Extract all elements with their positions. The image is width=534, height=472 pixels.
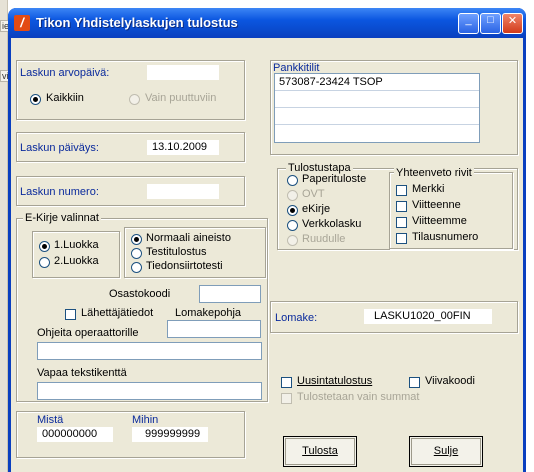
dialog-client-area: Laskun arvopäivä: Kaikkiin Vain puuttuvi… <box>11 38 523 472</box>
list-item[interactable] <box>275 91 479 108</box>
summat-checkbox[interactable] <box>281 393 292 404</box>
radio-testitulostus-label: Testitulostus <box>146 246 207 258</box>
paivays-label: Laskun päiväys: <box>20 142 99 154</box>
lomake-label: Lomake: <box>275 312 318 324</box>
tilausnumero-checkbox[interactable] <box>396 233 407 244</box>
app-icon: / <box>14 15 30 31</box>
arvopaiva-field[interactable] <box>147 65 219 80</box>
radio-ekirje[interactable] <box>287 205 298 216</box>
vapaa-tekstikentta-label: Vapaa tekstikenttä <box>37 367 127 379</box>
range-group: Mistä 000000000 Mihin 999999999 <box>16 411 245 458</box>
lomake-field[interactable]: LASKU1020_00FIN <box>364 309 492 324</box>
viitteemme-label: Viitteemme <box>412 215 467 227</box>
luokka-group: 1.Luokka 2.Luokka <box>32 231 120 278</box>
viivakoodi-label: Viivakoodi <box>425 375 475 387</box>
radio-testitulostus[interactable] <box>131 248 142 259</box>
aineisto-group: Normaali aineisto Testitulostus Tiedonsi… <box>124 227 266 278</box>
yhteenveto-group: Yhteenveto rivit Merkki Viitteenne Viitt… <box>389 167 513 249</box>
radio-normaali-aineisto-label: Normaali aineisto <box>146 232 231 244</box>
list-item[interactable] <box>275 108 479 125</box>
radio-ovt[interactable] <box>287 190 298 201</box>
summat-label: Tulostetaan vain summat <box>297 391 420 403</box>
dialog-window: / Tikon Yhdistelylaskujen tulostus _ □ ✕… <box>8 8 526 472</box>
radio-verkkolasku-label: Verkkolasku <box>302 218 362 230</box>
from-field[interactable]: 000000000 <box>37 427 113 442</box>
lahettajatiedot-label: Lähettäjätiedot <box>81 307 154 319</box>
lomake-group: Lomake: LASKU1020_00FIN <box>270 301 518 333</box>
pankkitilit-group: Pankkitilit 573087-23424 TSOP <box>270 60 518 155</box>
viivakoodi-checkbox[interactable] <box>409 377 420 388</box>
radio-2-luokka-label: 2.Luokka <box>54 255 99 267</box>
list-item[interactable] <box>275 125 479 142</box>
to-field[interactable]: 999999999 <box>132 427 208 442</box>
ekirje-group-label: E-Kirje valinnat <box>23 212 101 224</box>
radio-tiedonsiirtotesti-label: Tiedonsiirtotesti <box>146 260 223 272</box>
osastokoodi-label: Osastokoodi <box>109 288 171 300</box>
minimize-icon: _ <box>465 14 472 26</box>
pankkitilit-list[interactable]: 573087-23424 TSOP <box>274 73 480 143</box>
radio-paperituloste-label: Paperituloste <box>302 173 367 185</box>
close-button[interactable]: ✕ <box>502 13 523 34</box>
window-title: Tikon Yhdistelylaskujen tulostus <box>36 15 238 30</box>
lahettajatiedot-checkbox[interactable] <box>65 309 76 320</box>
numero-field[interactable] <box>147 184 219 199</box>
merkki-label: Merkki <box>412 183 445 195</box>
paivays-field[interactable]: 13.10.2009 <box>147 140 219 155</box>
arvopaiva-label: Laskun arvopäivä: <box>20 67 110 79</box>
minimize-button[interactable]: _ <box>458 13 479 34</box>
from-label: Mistä <box>37 414 64 426</box>
yhteenveto-label: Yhteenveto rivit <box>394 167 474 179</box>
ekirje-group: E-Kirje valinnat 1.Luokka 2.Luokka Norma… <box>16 212 268 402</box>
radio-1-luokka[interactable] <box>39 241 50 252</box>
viitteemme-checkbox[interactable] <box>396 217 407 228</box>
vapaa-tekstikentta-field[interactable] <box>37 382 262 400</box>
radio-normaali-aineisto[interactable] <box>131 234 142 245</box>
maximize-button[interactable]: □ <box>480 13 501 34</box>
lomakepohja-field[interactable] <box>167 320 261 338</box>
merkki-checkbox[interactable] <box>396 185 407 196</box>
radio-paperituloste[interactable] <box>287 175 298 186</box>
arvopaiva-group: Laskun arvopäivä: Kaikkiin Vain puuttuvi… <box>16 60 245 120</box>
radio-kaikkiin-label: Kaikkiin <box>46 92 84 104</box>
radio-vain-puuttuviin[interactable] <box>129 94 140 105</box>
radio-1-luokka-label: 1.Luokka <box>54 239 99 251</box>
radio-verkkolasku[interactable] <box>287 220 298 231</box>
viitteenne-checkbox[interactable] <box>396 201 407 212</box>
numero-label: Laskun numero: <box>20 186 99 198</box>
radio-ovt-label: OVT <box>302 188 325 200</box>
radio-ruudulle-label: Ruudulle <box>302 233 346 245</box>
radio-kaikkiin[interactable] <box>30 94 41 105</box>
osastokoodi-field[interactable] <box>199 285 261 303</box>
uusintatulostus-checkbox[interactable] <box>281 377 292 388</box>
maximize-icon: □ <box>487 14 494 26</box>
radio-2-luokka[interactable] <box>39 257 50 268</box>
paivays-group: Laskun päiväys: 13.10.2009 <box>16 132 245 162</box>
uusintatulostus-label: Uusintatulostus <box>297 375 373 387</box>
radio-ruudulle[interactable] <box>287 235 298 246</box>
tulosta-button[interactable]: Tulosta <box>283 436 357 467</box>
to-label: Mihin <box>132 414 159 426</box>
tilausnumero-label: Tilausnumero <box>412 231 479 243</box>
viitteenne-label: Viitteenne <box>412 199 461 211</box>
radio-tiedonsiirtotesti[interactable] <box>131 262 142 273</box>
radio-vain-puuttuviin-label: Vain puuttuviin <box>145 92 217 104</box>
ohjeita-field[interactable] <box>37 342 262 360</box>
list-item[interactable]: 573087-23424 TSOP <box>275 74 479 91</box>
lomakepohja-label: Lomakepohja <box>175 307 242 319</box>
radio-ekirje-label: eKirje <box>302 203 331 215</box>
close-icon: ✕ <box>507 15 518 27</box>
numero-group: Laskun numero: <box>16 176 245 206</box>
title-bar[interactable]: / Tikon Yhdistelylaskujen tulostus _ □ ✕ <box>8 8 526 38</box>
tulostustapa-group: Tulostustapa Paperituloste OVT eKirje Ve… <box>277 162 518 250</box>
sulje-button[interactable]: Sulje <box>409 436 483 467</box>
ohjeita-label: Ohjeita operaattorille <box>37 327 139 339</box>
